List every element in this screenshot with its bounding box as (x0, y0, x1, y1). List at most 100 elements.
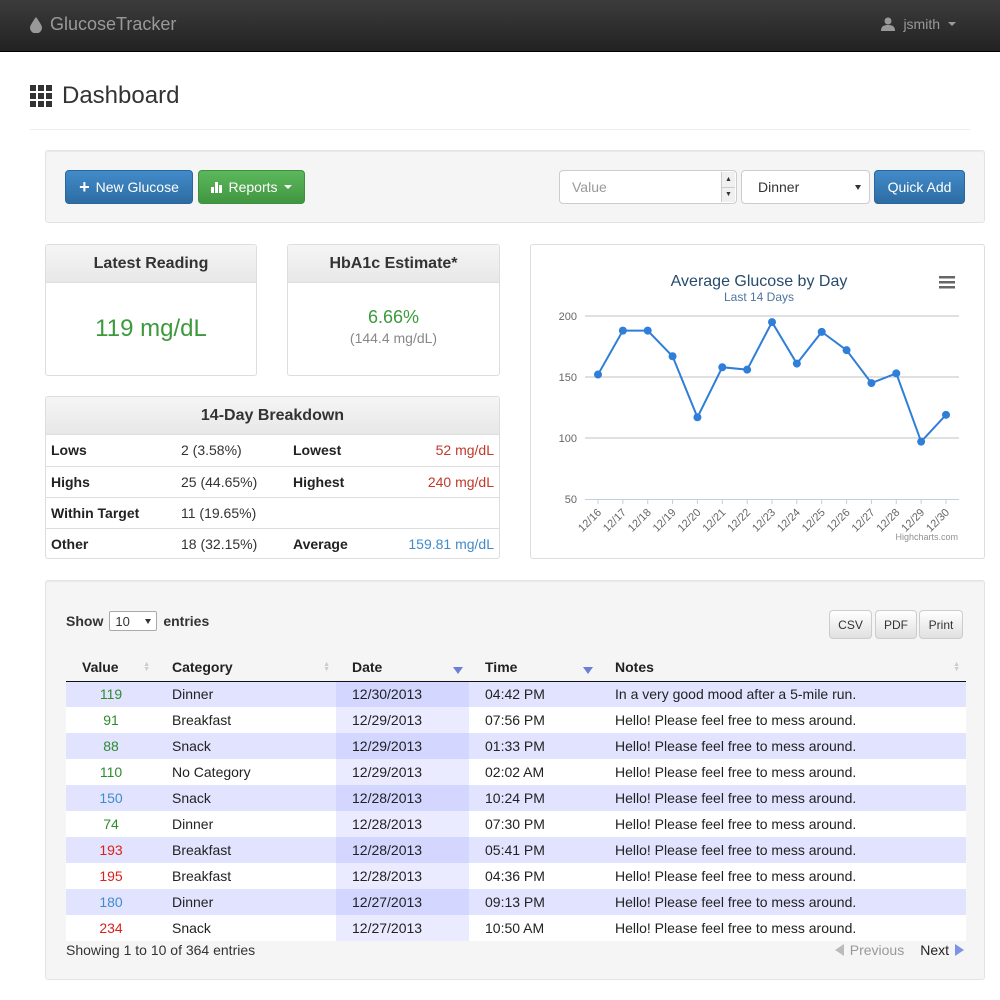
category-select[interactable]: Dinner (741, 170, 870, 204)
cell-time: 07:30 PM (469, 811, 599, 837)
data-point[interactable] (942, 410, 950, 419)
latest-reading-panel: Latest Reading 119 mg/dL (45, 244, 257, 376)
data-point[interactable] (792, 359, 801, 368)
table-row[interactable]: 180 Dinner 12/27/2013 09:13 PM Hello! Please… (66, 889, 966, 915)
cell-category: Dinner (156, 811, 336, 837)
cell-time: 07:56 PM (469, 707, 599, 733)
value-input[interactable]: Value ▲ ▼ (559, 170, 737, 204)
header-label: Notes (615, 658, 654, 675)
cell-category: Snack (156, 733, 336, 759)
user-icon (881, 17, 896, 31)
hba1c-mgdl: (144.4 mg/dL) (349, 330, 438, 346)
cell-category: Snack (156, 785, 336, 811)
column-header-notes[interactable]: Notes ▲ ▼ (599, 653, 966, 682)
cell-category: Dinner (156, 681, 336, 707)
dropdown-arrow-icon (145, 618, 152, 624)
cell-date: 12/28/2013 (336, 837, 469, 863)
x-tick-label: 12/19 (651, 507, 679, 535)
data-point[interactable] (842, 346, 851, 355)
x-tick-label: 12/24 (775, 507, 803, 535)
cell-category: Dinner (156, 889, 336, 915)
chart-title: Average Glucose by Day (671, 273, 848, 290)
plus-icon: + (79, 177, 90, 197)
chart-credit[interactable]: Highcharts.com (895, 532, 958, 542)
column-header-time[interactable]: Time (469, 653, 599, 682)
chevron-down-icon (948, 22, 956, 26)
data-point[interactable] (917, 437, 926, 446)
table-row[interactable]: 234 Snack 12/27/2013 10:50 AM Hello! Please … (66, 915, 966, 941)
breakdown-panel: 14-Day Breakdown Lows 2 (3.58%) Lowest 5… (45, 396, 500, 559)
data-point[interactable] (693, 413, 702, 422)
data-point[interactable] (867, 379, 876, 388)
table-row[interactable]: 110 No Category 12/29/2013 02:02 AM Hello! P… (66, 759, 966, 785)
reports-label: Reports (228, 179, 278, 195)
table-row[interactable]: 91 Breakfast 12/29/2013 07:56 PM Hello! Plea… (66, 707, 966, 733)
table-row[interactable]: 119 Dinner 12/30/2013 04:42 PM In a very goo… (66, 681, 966, 707)
user-menu[interactable]: jsmith (881, 16, 956, 32)
navbar: GlucoseTracker jsmith (0, 0, 1000, 52)
new-glucose-button[interactable]: + New Glucose (65, 170, 193, 204)
page-title: Dashboard (30, 82, 179, 110)
table-header-row: Value ▲ ▼ Category ▲ ▼ Date Time Notes ▲ ▼ (66, 653, 966, 682)
entries-table: Value ▲ ▼ Category ▲ ▼ Date Time Notes ▲ ▼ 119… (66, 653, 966, 941)
y-tick-label: 150 (559, 372, 577, 384)
x-tick-label: 12/23 (750, 507, 778, 535)
cell-date: 12/29/2013 (336, 707, 469, 733)
highs-value: 25 (44.65%) (176, 465, 288, 497)
data-point[interactable] (768, 318, 776, 327)
table-row[interactable]: 193 Breakfast 12/28/2013 05:41 PM Hello! Ple… (66, 837, 966, 863)
reports-button[interactable]: Reports (198, 170, 305, 204)
sort-icon: ▲ ▼ (323, 661, 330, 673)
lowest-value: 52 mg/dL (435, 442, 494, 459)
column-header-date[interactable]: Date (336, 653, 469, 682)
drop-icon (30, 16, 42, 33)
cell-category: No Category (156, 759, 336, 785)
column-header-value[interactable]: Value ▲ ▼ (66, 653, 156, 682)
empty-value (373, 496, 499, 528)
data-point[interactable] (892, 369, 901, 378)
new-glucose-label: New Glucose (95, 179, 179, 195)
breakdown-table: Lows 2 (3.58%) Lowest 52 mg/dL Highs 25 … (46, 435, 499, 558)
y-tick-label: 200 (559, 311, 577, 323)
column-header-category[interactable]: Category ▲ ▼ (156, 653, 336, 682)
cell-notes: Hello! Please feel free to mess around. (599, 837, 966, 863)
next-button[interactable]: Next (920, 942, 964, 958)
pdf-button[interactable]: PDF (875, 610, 917, 639)
print-label: Print (928, 617, 954, 632)
menu-icon[interactable] (939, 276, 955, 289)
breakdown-row: Within Target 11 (19.65%) (46, 496, 499, 528)
csv-button[interactable]: CSV (829, 610, 872, 639)
cell-date: 12/30/2013 (336, 681, 469, 707)
data-point[interactable] (594, 370, 602, 379)
other-value: 18 (32.15%) (176, 527, 288, 558)
print-button[interactable]: Print (919, 610, 963, 639)
quick-add-button[interactable]: Quick Add (874, 170, 965, 204)
table-row[interactable]: 150 Snack 12/28/2013 10:24 PM Hello! Please … (66, 785, 966, 811)
data-point[interactable] (643, 326, 652, 335)
previous-button[interactable]: Previous (834, 942, 904, 958)
cell-notes: Hello! Please feel free to mess around. (599, 707, 966, 733)
average-label: Average (288, 527, 374, 558)
table-row[interactable]: 195 Breakfast 12/28/2013 04:36 PM Hello! Ple… (66, 863, 966, 889)
table-row[interactable]: 88 Snack 12/29/2013 01:33 PM Hello! Please f… (66, 733, 966, 759)
data-point[interactable] (618, 326, 627, 335)
data-point[interactable] (718, 363, 727, 372)
empty-label (288, 496, 374, 528)
spin-down-icon[interactable]: ▼ (722, 187, 735, 202)
cell-date: 12/28/2013 (336, 811, 469, 837)
bar-chart-icon (211, 181, 223, 193)
table-row[interactable]: 74 Dinner 12/28/2013 07:30 PM Hello! Please … (66, 811, 966, 837)
data-point[interactable] (817, 327, 826, 336)
number-spinner[interactable]: ▲ ▼ (721, 172, 735, 202)
page-length-select[interactable]: 10 (109, 611, 158, 631)
cell-notes: Hello! Please feel free to mess around. (599, 863, 966, 889)
brand[interactable]: GlucoseTracker (30, 14, 176, 35)
data-point[interactable] (743, 365, 752, 374)
cell-value: 91 (66, 707, 156, 733)
cell-date: 12/27/2013 (336, 889, 469, 915)
spin-up-icon[interactable]: ▲ (722, 172, 735, 188)
data-point[interactable] (668, 352, 677, 361)
cell-value: 74 (66, 811, 156, 837)
cell-time: 10:24 PM (469, 785, 599, 811)
x-tick-label: 12/25 (800, 507, 828, 535)
